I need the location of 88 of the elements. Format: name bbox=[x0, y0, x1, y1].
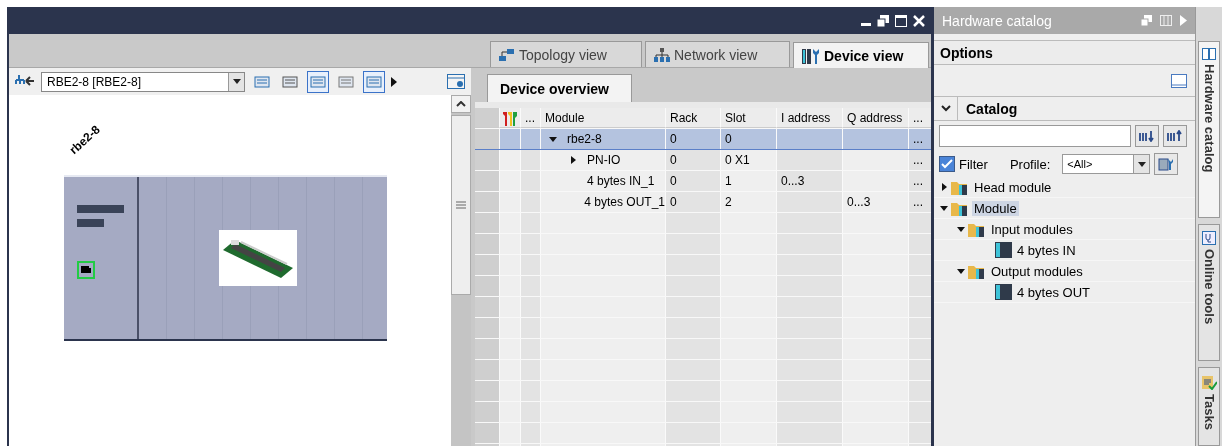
port-icon[interactable] bbox=[77, 261, 95, 279]
device-select[interactable]: RBE2-8 [RBE2-8] bbox=[41, 71, 245, 92]
module-drawing[interactable] bbox=[219, 230, 297, 286]
profile-select[interactable]: <All> bbox=[1062, 154, 1151, 174]
sort-up-icon bbox=[1167, 130, 1183, 142]
table-cell: 0...3 bbox=[843, 192, 909, 212]
catalog-item[interactable]: 4 bytes IN bbox=[1015, 242, 1078, 258]
toolbar-button[interactable] bbox=[363, 70, 385, 93]
close-icon[interactable] bbox=[913, 14, 925, 27]
column-header[interactable]: Q address bbox=[843, 108, 909, 128]
grip-icon[interactable] bbox=[456, 201, 466, 209]
collapsed-arrow-icon[interactable] bbox=[569, 156, 577, 164]
module-name: PN-IO bbox=[587, 153, 621, 167]
view-tab[interactable]: Device view bbox=[793, 42, 929, 68]
filter-label: Filter bbox=[959, 156, 988, 172]
panel-title: Hardware catalog bbox=[942, 12, 1052, 29]
search-field[interactable] bbox=[939, 125, 1131, 147]
table-cell: 2 bbox=[721, 192, 777, 212]
column-header[interactable]: ... bbox=[521, 108, 541, 128]
column-header[interactable]: I address bbox=[777, 108, 843, 128]
view-tab[interactable]: Topology view bbox=[490, 41, 642, 67]
maximize-icon[interactable] bbox=[895, 14, 907, 27]
book-icon bbox=[1202, 48, 1216, 60]
module-icon bbox=[995, 284, 1012, 300]
side-tab[interactable]: Tasks bbox=[1198, 367, 1220, 446]
folder-icon bbox=[951, 179, 969, 195]
dropdown-caret-icon bbox=[232, 79, 241, 84]
column-header[interactable]: Module bbox=[541, 108, 666, 128]
collapsed-arrow-icon[interactable] bbox=[940, 183, 948, 191]
expanded-arrow-icon[interactable] bbox=[940, 204, 948, 212]
stethoscope-icon bbox=[1202, 230, 1216, 245]
rack-drawing[interactable] bbox=[64, 175, 387, 341]
scroll-up-icon[interactable] bbox=[456, 101, 466, 107]
catalog-item[interactable]: Input modules bbox=[989, 221, 1075, 237]
table-cell: ... bbox=[909, 150, 931, 170]
table-cell: 0 bbox=[666, 150, 721, 170]
panel-icon[interactable] bbox=[1171, 73, 1187, 88]
catalog-item[interactable]: Output modules bbox=[989, 263, 1085, 279]
label-bar bbox=[77, 205, 124, 213]
search-down-button[interactable] bbox=[1135, 125, 1159, 147]
more-arrow-icon[interactable] bbox=[391, 76, 397, 87]
table-cell: 0 bbox=[666, 192, 721, 212]
chevron-down-icon bbox=[940, 105, 951, 112]
section-title: Catalog bbox=[966, 100, 1018, 117]
module-wrench-icon bbox=[1158, 157, 1175, 171]
expanded-arrow-icon[interactable] bbox=[957, 225, 965, 233]
search-up-button[interactable] bbox=[1163, 125, 1187, 147]
sort-down-icon bbox=[1139, 130, 1155, 142]
device-wrench-icon bbox=[802, 47, 820, 64]
table-cell: ... bbox=[909, 171, 931, 191]
label-bar bbox=[77, 219, 104, 227]
network-icon bbox=[654, 47, 670, 62]
module-name: rbe2-8 bbox=[567, 132, 602, 146]
table-cell: 0 bbox=[721, 129, 777, 149]
options-header[interactable]: Options bbox=[934, 40, 1195, 65]
device-overview-tab[interactable]: Device overview bbox=[487, 74, 632, 102]
toolbar-button[interactable] bbox=[307, 70, 329, 93]
catalog-item[interactable]: Head module bbox=[972, 179, 1054, 195]
column-header[interactable]: Slot bbox=[721, 108, 777, 128]
module-icon bbox=[995, 242, 1012, 258]
table-cell: 0 bbox=[666, 171, 721, 191]
view-tab[interactable]: Network view bbox=[645, 41, 790, 67]
filter-checkbox[interactable] bbox=[939, 156, 955, 172]
table-cell: 1 bbox=[721, 171, 777, 191]
folder-icon bbox=[951, 200, 969, 216]
folder-icon bbox=[968, 221, 986, 237]
module-name: 4 bytes IN_1 bbox=[587, 174, 655, 188]
module-name: 4 bytes OUT_1 bbox=[584, 195, 665, 209]
scrollbar[interactable] bbox=[451, 95, 471, 446]
profile-settings-button[interactable] bbox=[1154, 153, 1179, 175]
dropdown-caret-icon bbox=[1137, 161, 1146, 167]
table-cell: 0...3 bbox=[777, 171, 843, 191]
column-header[interactable]: Rack bbox=[666, 108, 721, 128]
table-cell: ... bbox=[909, 192, 931, 212]
profile-label: Profile: bbox=[1009, 156, 1051, 172]
catalog-item[interactable]: Module bbox=[972, 200, 1019, 216]
expanded-arrow-icon[interactable] bbox=[549, 135, 557, 143]
table-cell: 0 X1 bbox=[721, 150, 777, 170]
catalog-item[interactable]: 4 bytes OUT bbox=[1015, 284, 1092, 300]
restore-icon[interactable] bbox=[877, 14, 889, 27]
side-tab[interactable]: Online tools bbox=[1198, 223, 1220, 362]
overview-panel-icon[interactable] bbox=[447, 73, 465, 90]
clipboard-check-icon bbox=[1201, 374, 1217, 391]
side-tab[interactable]: Hardware catalog bbox=[1198, 41, 1220, 218]
topology-icon bbox=[499, 47, 515, 62]
table-cell: 0 bbox=[666, 129, 721, 149]
folder-icon bbox=[968, 263, 986, 279]
expanded-arrow-icon[interactable] bbox=[957, 267, 965, 275]
